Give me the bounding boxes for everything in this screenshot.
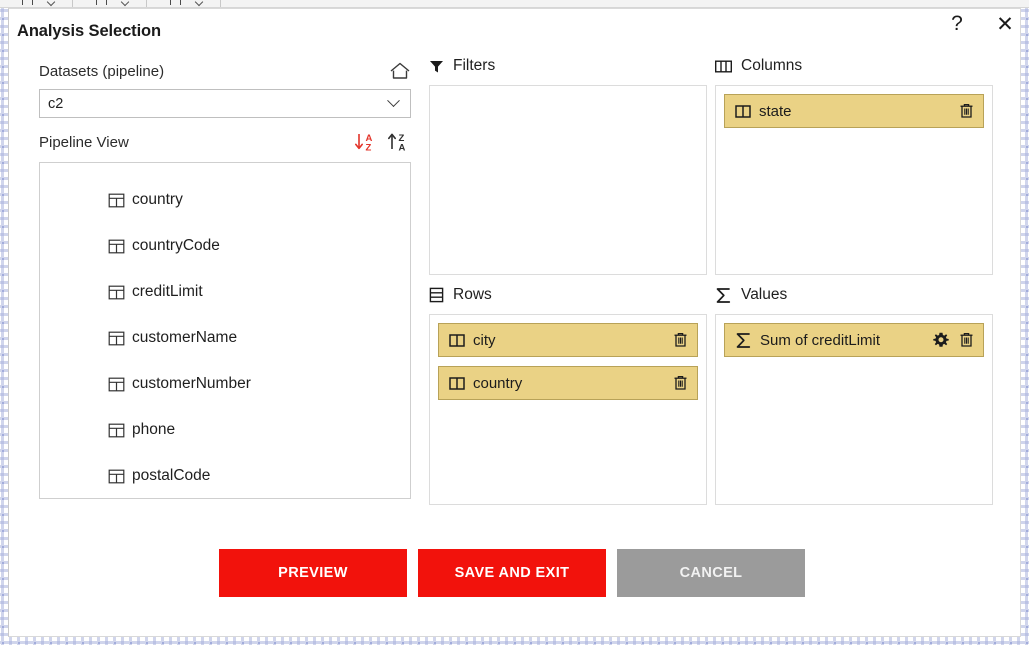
list-item-label: countryCode: [132, 237, 220, 254]
cancel-button[interactable]: CANCEL: [617, 549, 805, 597]
list-item-label: customerNumber: [132, 375, 251, 392]
values-dropzone[interactable]: Sum of creditLimit: [715, 314, 993, 505]
sigma-icon: [735, 332, 752, 349]
rows-zone-header: Rows: [429, 284, 707, 306]
table-field-icon: [108, 468, 125, 485]
datasets-label: Datasets (pipeline): [39, 62, 165, 80]
table-field-icon: [108, 284, 125, 301]
sigma-icon: [715, 287, 732, 304]
values-zone-title: Values: [741, 286, 788, 303]
clipped-toolbar-separator: [220, 0, 221, 7]
trash-icon[interactable]: [673, 332, 688, 348]
chevron-down-icon: [387, 94, 400, 108]
values-zone-header: Values: [715, 284, 993, 306]
table-field-icon: [108, 192, 125, 209]
list-item-label: phone: [132, 421, 176, 438]
list-item-label: postalCode: [132, 467, 211, 484]
list-item[interactable]: phone: [40, 407, 410, 453]
table-field-icon: [108, 422, 125, 439]
pipeline-field-list[interactable]: country countryCode creditLimit customer…: [39, 162, 411, 499]
clipped-toolbar-strip: [0, 0, 1029, 8]
value-chip[interactable]: Sum of creditLimit: [724, 323, 984, 357]
list-item-label: creditLimit: [132, 283, 203, 300]
clipped-toolbar-icon: [96, 0, 107, 5]
gear-icon[interactable]: [933, 332, 949, 348]
analysis-selection-dialog: Analysis Selection Datasets (pipeline) c…: [8, 8, 1021, 637]
column-field-icon: [449, 333, 465, 348]
sort-z-a-icon[interactable]: Z A: [386, 131, 411, 153]
list-item[interactable]: customerNumber: [40, 361, 410, 407]
list-item[interactable]: customerName: [40, 315, 410, 361]
clipped-toolbar-chevron-icon: [46, 0, 56, 7]
field-chip-label: city: [473, 331, 496, 349]
rows-zone-title: Rows: [453, 286, 492, 303]
value-chip-actions: [933, 332, 974, 348]
filters-zone: Filters: [429, 55, 707, 275]
clipped-toolbar-icon: [170, 0, 181, 5]
pipeline-view-sort-controls: A Z Z A: [353, 131, 411, 153]
field-chip[interactable]: city: [438, 323, 698, 357]
field-chip-actions: [673, 332, 688, 348]
svg-text:A: A: [399, 143, 406, 154]
funnel-icon: [429, 59, 444, 74]
columns-zone: Columns state: [715, 55, 993, 275]
dialog-title: Analysis Selection: [17, 22, 162, 40]
close-icon[interactable]: ✕: [991, 10, 1019, 38]
field-chip-label: state: [759, 102, 792, 120]
sort-a-z-icon[interactable]: A Z: [353, 131, 378, 153]
list-item-label: country: [132, 191, 183, 208]
list-item[interactable]: countryCode: [40, 223, 410, 269]
clipped-toolbar-icon: [22, 0, 33, 5]
dataset-select-value: c2: [48, 95, 64, 112]
table-field-icon: [108, 238, 125, 255]
rows-zone: Rows city country: [429, 284, 707, 505]
field-chip[interactable]: state: [724, 94, 984, 128]
field-chip-label: country: [473, 374, 523, 392]
columns-zone-header: Columns: [715, 55, 993, 77]
trash-icon[interactable]: [673, 375, 688, 391]
clipped-toolbar-chevron-icon: [120, 0, 130, 7]
values-zone: Values Sum of creditLimit: [715, 284, 993, 505]
trash-icon[interactable]: [959, 103, 974, 119]
table-field-icon: [108, 376, 125, 393]
field-chip[interactable]: country: [438, 366, 698, 400]
pipeline-view-header: Pipeline View A Z Z A: [39, 131, 411, 153]
filters-zone-title: Filters: [453, 57, 496, 74]
clipped-toolbar-separator: [72, 0, 73, 7]
columns-dropzone[interactable]: state: [715, 85, 993, 275]
list-item[interactable]: country: [40, 177, 410, 223]
dataset-panel: Datasets (pipeline) c2 Pipeline View A Z…: [39, 61, 411, 499]
analysis-selection-screen: Analysis Selection Datasets (pipeline) c…: [0, 0, 1029, 645]
rows-dropzone[interactable]: city country: [429, 314, 707, 505]
pipeline-view-label: Pipeline View: [39, 133, 129, 151]
home-icon[interactable]: [389, 61, 411, 81]
svg-text:Z: Z: [366, 143, 372, 154]
rows-icon: [429, 287, 444, 303]
value-chip-label: Sum of creditLimit: [760, 331, 881, 349]
field-chip-actions: [959, 103, 974, 119]
dataset-select[interactable]: c2: [39, 89, 411, 118]
columns-zone-title: Columns: [741, 57, 803, 74]
save-and-exit-button[interactable]: SAVE AND EXIT: [418, 549, 606, 597]
list-item-label: customerName: [132, 329, 238, 346]
column-field-icon: [449, 376, 465, 391]
table-field-icon: [108, 330, 125, 347]
trash-icon[interactable]: [959, 332, 974, 348]
columns-icon: [715, 59, 732, 74]
titlebar-actions: ? ✕: [943, 10, 1019, 38]
dialog-action-bar: PREVIEW SAVE AND EXIT CANCEL: [219, 549, 805, 597]
clipped-toolbar-separator: [146, 0, 147, 7]
column-field-icon: [735, 104, 751, 119]
clipped-toolbar-chevron-icon: [194, 0, 204, 7]
filters-zone-header: Filters: [429, 55, 707, 77]
filters-dropzone[interactable]: [429, 85, 707, 275]
help-icon[interactable]: ?: [943, 10, 971, 38]
list-item[interactable]: postalCode: [40, 453, 410, 498]
datasets-label-row: Datasets (pipeline): [39, 61, 411, 81]
field-chip-actions: [673, 375, 688, 391]
list-item[interactable]: creditLimit: [40, 269, 410, 315]
preview-button[interactable]: PREVIEW: [219, 549, 407, 597]
